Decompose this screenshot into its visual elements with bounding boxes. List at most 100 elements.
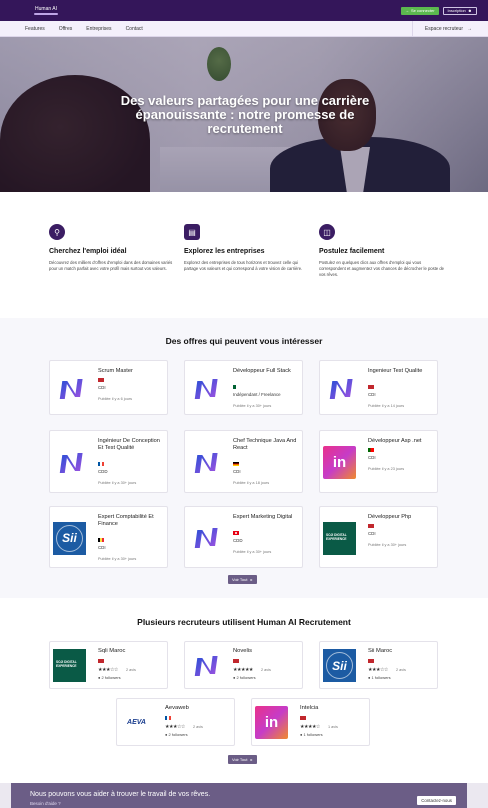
sii-logo-icon: Sii <box>323 649 356 682</box>
job-offer-card[interactable]: SOJI DIGITAL EXPERIENCE Développeur Php … <box>319 506 438 568</box>
recruiter-card[interactable]: AEVA Aevaweb ★★★☆☆ 2 avis ● 2 followers <box>116 698 235 746</box>
offers-section: Des offres qui peuvent vous intéresser S… <box>0 318 488 598</box>
login-label: Se connecter <box>410 8 435 13</box>
company-logo: in <box>255 706 288 739</box>
job-title: Expert Marketing Digital <box>233 514 293 520</box>
company-logo <box>53 372 86 405</box>
soji-logo-icon: SOJI DIGITAL EXPERIENCE <box>53 649 86 682</box>
login-button[interactable]: → Se connecter <box>400 6 439 15</box>
nav-offres[interactable]: Offres <box>59 26 73 32</box>
country-flag-icon <box>368 659 374 663</box>
publish-date: Publiée il y a 30+ jours <box>233 550 272 554</box>
job-offer-card[interactable]: Ingénieur De Conception Et Test Qualité … <box>49 430 168 493</box>
company-name: Sqli Maroc <box>98 648 126 654</box>
job-title: Ingenieur Test Qualite <box>368 368 423 374</box>
recruiter-card[interactable]: Novelis ★★★★★ 2 avis ● 2 followers <box>184 641 303 689</box>
n-logo-icon <box>59 452 83 473</box>
country-flag-icon <box>165 716 171 720</box>
job-title: Scrum Master <box>98 368 133 374</box>
chart-icon: ▤ <box>184 224 200 240</box>
help-title: Nous pouvons vous aider à trouver le tra… <box>30 791 211 798</box>
signup-button[interactable]: Inscription ☻ <box>442 6 477 15</box>
nav-contact[interactable]: Contact <box>126 26 143 32</box>
country-flag-icon <box>98 462 104 466</box>
publish-date: Publiée il y a 18 jours <box>233 481 270 485</box>
recruiter-card[interactable]: Sii Sii Maroc ★★★☆☆ 2 avis ● 1 followers <box>319 641 438 689</box>
feature-text: Explorez des entreprises de tous horizon… <box>184 260 303 271</box>
user-icon: ● <box>233 675 236 680</box>
search-icon: ⚲ <box>49 224 65 240</box>
user-icon: ● <box>98 675 101 680</box>
aeva-logo-icon: AEVA <box>127 719 146 726</box>
soji-logo-icon: SOJI DIGITAL EXPERIENCE <box>323 521 356 555</box>
recruiter-card[interactable]: in Intelcia ★★★★☆ 1 avis ● 1 followers <box>251 698 370 746</box>
followers-count: ● 2 followers <box>98 675 121 680</box>
recruiter-card[interactable]: SOJI DIGITAL EXPERIENCE Sqli Maroc ★★★☆☆… <box>49 641 168 689</box>
review-count: 2 avis <box>261 668 271 672</box>
company-logo: Sii <box>53 521 86 555</box>
job-offer-card[interactable]: Scrum Master CDI Publiée il y a 6 jours <box>49 360 168 415</box>
contact-button[interactable]: Contactez-nous <box>417 796 456 805</box>
country-flag-icon <box>368 385 374 389</box>
followers-count: ● 2 followers <box>165 732 188 737</box>
offers-see-all-button[interactable]: Voir Tout ▸ <box>228 575 257 584</box>
arrow-right-icon: → <box>467 25 472 32</box>
company-logo: AEVA <box>120 706 153 739</box>
recruiter-label: Espace recruteur <box>424 25 463 32</box>
contract-type: Indépendant / Freelance <box>233 392 281 397</box>
job-title: Développeur Php <box>368 514 412 520</box>
job-title: Expert Comptabilité Et Finance <box>98 514 154 527</box>
company-name: Novelis <box>233 648 253 654</box>
rating-stars-icon: ★★★☆☆ <box>165 724 185 730</box>
n-logo-icon <box>194 378 218 399</box>
login-icon: → <box>404 8 409 13</box>
contract-type: CDI <box>98 385 106 390</box>
feature-companies: ▤ Explorez les entreprises Explorez des … <box>184 224 309 272</box>
feature-title: Explorez les entreprises <box>184 248 265 255</box>
job-offer-card[interactable]: Expert Marketing Digital CDD Publiée il … <box>184 506 303 568</box>
company-logo <box>188 649 221 682</box>
user-plus-icon: ☻ <box>467 8 472 13</box>
company-name: Aevaweb <box>165 705 189 711</box>
job-offer-card[interactable]: Développeur Full Stack Indépendant / Fre… <box>184 360 303 415</box>
contract-type: CDI <box>368 531 376 536</box>
publish-date: Publiée il y a 6 jours <box>98 397 132 401</box>
user-icon: ● <box>300 732 303 737</box>
in-logo-icon: in <box>323 446 356 479</box>
job-offer-card[interactable]: in Développeur Asp .net CDI Publiée il y… <box>319 430 438 493</box>
nav-features[interactable]: Features <box>25 26 45 32</box>
company-logo <box>53 446 86 479</box>
country-flag-icon <box>98 538 104 542</box>
country-flag-icon <box>98 378 104 382</box>
job-offer-card[interactable]: Sii Expert Comptabilité Et Finance CDI P… <box>49 506 168 568</box>
company-logo: Sii <box>323 649 356 682</box>
contract-type: CDI <box>368 455 376 460</box>
chevron-right-icon: ▸ <box>250 577 253 582</box>
offers-title: Des offres qui peuvent vous intéresser <box>165 336 323 346</box>
review-count: 1 avis <box>328 725 338 729</box>
publish-date: Publiée il y a 30+ jours <box>98 557 137 561</box>
country-flag-icon <box>98 659 104 663</box>
company-logo <box>188 522 221 555</box>
user-icon: ● <box>165 732 168 737</box>
brand-logo[interactable]: Human AI <box>34 6 58 15</box>
contract-type: CDI <box>98 545 106 550</box>
country-flag-icon <box>233 385 239 389</box>
feature-title: Postulez facilement <box>319 248 385 255</box>
feature-title: Cherchez l'emploi idéal <box>49 248 127 255</box>
recruiters-see-all-button[interactable]: Voir Tout ▸ <box>228 755 257 764</box>
followers-count: ● 1 followers <box>300 732 323 737</box>
n-logo-icon <box>329 378 353 399</box>
job-title: Développeur Full Stack <box>233 368 291 374</box>
rating-stars-icon: ★★★☆☆ <box>368 667 388 673</box>
recruiter-space-link[interactable]: Espace recruteur → <box>411 21 488 36</box>
sii-logo-icon: Sii <box>53 521 86 555</box>
feature-text: Découvrez des milliers d'offres d'emploi… <box>49 260 173 271</box>
company-name: Intelcia <box>300 705 319 711</box>
job-offer-card[interactable]: Ingenieur Test Qualite CDI Publiée il y … <box>319 360 438 415</box>
nav-entreprises[interactable]: Entreprises <box>86 26 111 32</box>
signup-label: Inscription <box>447 8 466 13</box>
job-offer-card[interactable]: Chef Technique Java And React CDI Publié… <box>184 430 303 493</box>
n-logo-icon <box>194 655 218 676</box>
rating-stars-icon: ★★★★★ <box>233 667 253 673</box>
